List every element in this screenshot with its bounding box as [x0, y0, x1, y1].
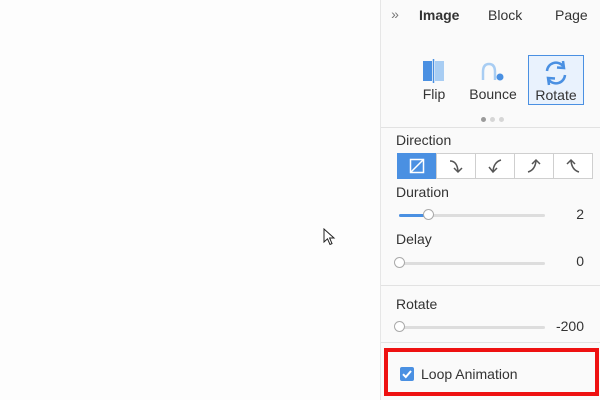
- divider: [381, 285, 600, 286]
- curve-down-left-icon: [488, 159, 502, 174]
- animation-label: Rotate: [535, 87, 577, 103]
- tab-block[interactable]: Block: [488, 7, 522, 23]
- rotate-icon: [545, 60, 567, 86]
- animation-rotate-button[interactable]: Rotate: [528, 55, 584, 105]
- tab-image[interactable]: Image: [419, 7, 459, 23]
- delay-label: Delay: [396, 231, 432, 247]
- duration-label: Duration: [396, 184, 449, 200]
- slider-track: [399, 262, 545, 265]
- slider-thumb[interactable]: [394, 257, 405, 268]
- direction-button-group: [397, 153, 597, 179]
- slider-track: [399, 326, 545, 329]
- carousel-dot[interactable]: [499, 117, 504, 122]
- loop-animation-label[interactable]: Loop Animation: [421, 366, 518, 382]
- mouse-cursor-icon: [323, 228, 336, 246]
- slider-thumb[interactable]: [423, 209, 435, 220]
- carousel-dot[interactable]: [490, 117, 495, 122]
- direction-curve-down-right-button[interactable]: [436, 153, 476, 179]
- collapse-panel-icon[interactable]: »: [387, 5, 403, 23]
- loop-animation-highlight: Loop Animation: [384, 348, 599, 396]
- diagonal-icon: [409, 158, 425, 174]
- rotate-value: -200: [555, 318, 584, 334]
- divider: [381, 342, 600, 343]
- carousel-dots: [481, 117, 511, 123]
- animation-flip-button[interactable]: Flip: [406, 55, 462, 105]
- tab-page[interactable]: Page: [555, 7, 588, 23]
- duration-slider[interactable]: [399, 209, 545, 221]
- direction-curve-up-left-button[interactable]: [553, 153, 593, 179]
- loop-animation-checkbox[interactable]: [400, 367, 414, 381]
- duration-value: 2: [576, 206, 584, 222]
- rotate-label: Rotate: [396, 296, 438, 312]
- rotate-slider[interactable]: [394, 321, 545, 333]
- direction-curve-up-right-button[interactable]: [514, 153, 554, 179]
- carousel-dot-active[interactable]: [481, 117, 486, 122]
- flip-icon: [423, 59, 444, 83]
- divider: [381, 127, 600, 128]
- delay-slider[interactable]: [394, 257, 545, 269]
- curve-up-right-icon: [527, 158, 541, 173]
- editor-canvas[interactable]: [0, 0, 380, 400]
- direction-diagonal-button[interactable]: [397, 153, 437, 179]
- bounce-icon: [481, 62, 504, 81]
- curve-down-right-icon: [449, 160, 463, 174]
- curve-up-left-icon: [566, 158, 580, 173]
- animation-bounce-button[interactable]: Bounce: [465, 55, 521, 105]
- checkmark-icon: [402, 370, 412, 379]
- direction-curve-down-left-button[interactable]: [475, 153, 515, 179]
- animation-label: Flip: [422, 86, 446, 102]
- slider-thumb[interactable]: [394, 321, 405, 332]
- animation-panel: » Image Block Page Flip Bounce Rotate Di…: [380, 0, 600, 400]
- delay-value: 0: [576, 253, 584, 269]
- animation-label: Bounce: [469, 86, 517, 102]
- direction-label: Direction: [396, 132, 452, 148]
- panel-tabs: » Image Block Page: [381, 0, 600, 30]
